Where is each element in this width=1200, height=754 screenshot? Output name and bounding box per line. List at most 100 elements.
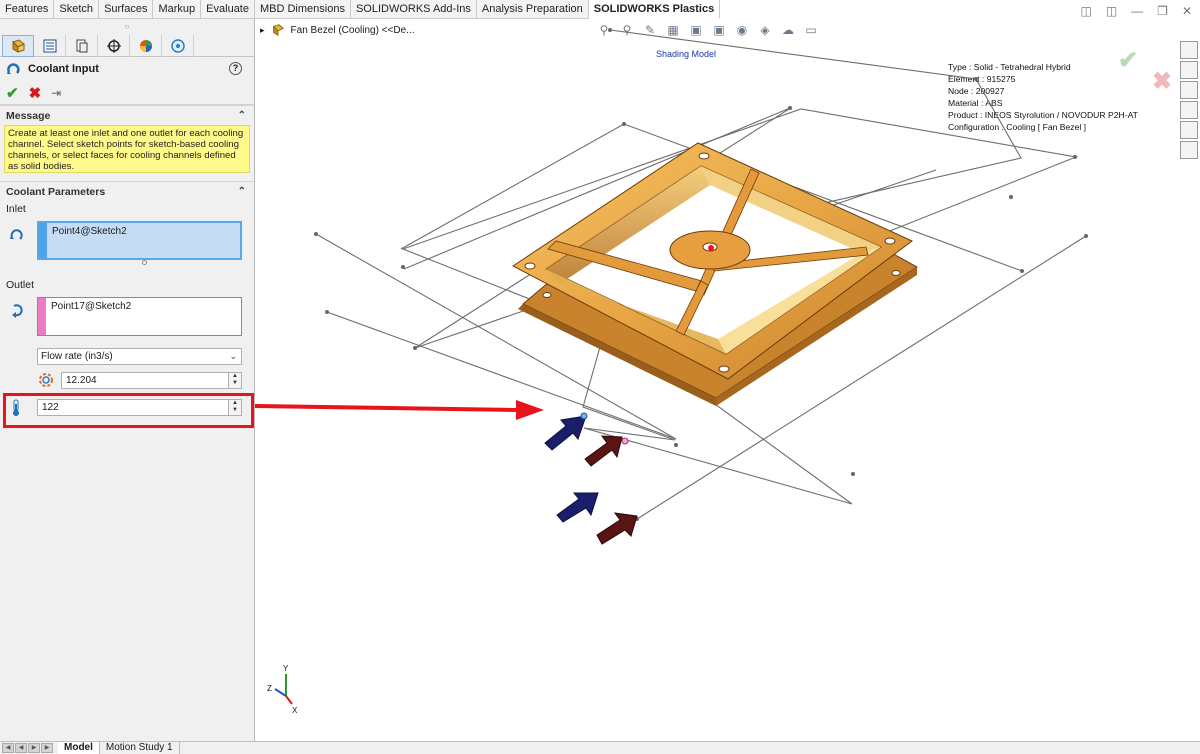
chevron-down-icon[interactable]: ⌄ [229,349,237,364]
pushpin-icon[interactable]: ⇥ [51,86,61,100]
outlet-color-swatch [38,298,46,335]
sketch-point[interactable] [622,122,626,126]
tab-solidworks-plastics[interactable]: SOLIDWORKS Plastics [588,0,721,19]
pm-actions: ✔ ✖ ⇥ [0,81,254,105]
dim-expert-tab[interactable] [98,35,130,57]
z-axis-label: Z [267,684,272,693]
coolant-parameters-text: Coolant Parameters [6,185,106,198]
property-manager-icon [43,39,56,53]
inlet-arrow-2[interactable] [556,492,599,523]
inlet-selection-icon [10,229,23,240]
outlet-point-marker[interactable] [621,437,629,445]
outlet-arrow-1[interactable] [584,435,623,467]
sketch-point[interactable] [325,310,329,314]
prev-tab-icon[interactable]: ◀ [15,743,27,753]
inlet-label: Inlet [6,203,26,215]
tab-solidworks-addins[interactable]: SOLIDWORKS Add-Ins [351,0,477,19]
tab-surfaces[interactable]: Surfaces [99,0,154,19]
inlet-selection-value[interactable]: Point4@Sketch2 [52,226,127,237]
sketch-point[interactable] [974,77,978,81]
message-header-text: Message [6,109,51,122]
plastics-manager-tab[interactable] [162,35,194,57]
display-manager-tab[interactable] [130,35,162,57]
outlet-selection-icon [12,304,23,318]
next-tab-icon[interactable]: ▶ [28,743,40,753]
flow-rate-icon [39,373,53,387]
sketch-point[interactable] [608,28,612,32]
help-icon[interactable]: ? [229,62,242,75]
command-manager-tabs: Features Sketch Surfaces Markup Evaluate… [0,0,721,19]
model-viewport[interactable]: Y Z X [256,19,1200,741]
window-controls: ◫ ◫ — ❐ ✕ [1080,4,1192,18]
tab-features[interactable]: Features [0,0,55,19]
minimize-icon[interactable]: — [1131,4,1143,18]
last-tab-icon[interactable]: ▶ [41,743,53,753]
message-section-header[interactable]: Message ⌃ [0,105,254,125]
sketch-point[interactable] [851,472,855,476]
tab-markup[interactable]: Markup [153,0,202,19]
pm-title-text: Coolant Input [28,63,99,75]
sketch-point[interactable] [1073,155,1077,159]
graphics-area[interactable]: ▸ Fan Bezel (Cooling) <<De... ⚲ ⚲ ✎ ▦ ▣ … [256,19,1200,741]
restore-right-icon[interactable]: ◫ [1106,4,1117,18]
outlet-selection-value[interactable]: Point17@Sketch2 [51,301,131,312]
gate-location-marker[interactable] [708,245,714,251]
dim-expert-icon [106,39,121,53]
flow-rate-value: 12.204 [66,375,97,386]
manager-tabs [0,35,254,57]
flow-rate-spinner[interactable]: ▲ ▼ [228,373,241,388]
collapse-chevron-icon[interactable]: ⌃ [238,186,246,197]
collapse-chevron-icon[interactable]: ⌃ [238,110,246,121]
flow-mode-value: Flow rate (in3/s) [41,351,113,362]
tab-model[interactable]: Model [58,741,100,754]
tab-motion-study-1[interactable]: Motion Study 1 [100,741,180,754]
sketch-point[interactable] [401,265,405,269]
restore-left-icon[interactable]: ◫ [1080,4,1091,18]
y-axis-label: Y [283,664,289,673]
inlet-point-marker[interactable] [580,412,588,420]
sketch-point[interactable] [1020,269,1024,273]
inlet-selection-box[interactable]: Point4@Sketch2 [37,221,242,260]
first-tab-icon[interactable]: ◀ [2,743,14,753]
config-manager-tab[interactable] [66,35,98,57]
bottom-tab-bar: ◀ ◀ ▶ ▶ Model Motion Study 1 [0,741,1200,754]
feature-manager-icon [12,39,25,53]
sketch-point[interactable] [1009,195,1013,199]
coolant-input-icon [7,63,20,74]
plastics-manager-icon [170,39,185,53]
property-manager-tab[interactable] [34,35,66,57]
feature-manager-tab[interactable] [2,35,34,57]
inlet-color-swatch [39,223,47,258]
ok-check-icon[interactable]: ✔ [6,84,19,102]
coolant-parameters-header[interactable]: Coolant Parameters ⌃ [0,181,254,201]
sketch-point[interactable] [1084,234,1088,238]
outlet-selection-box[interactable]: Point17@Sketch2 [37,297,242,336]
tab-sketch[interactable]: Sketch [54,0,100,19]
close-icon[interactable]: ✕ [1182,4,1192,18]
highlight-callout-box [3,393,254,428]
display-manager-icon [139,40,152,52]
tab-mbd-dimensions[interactable]: MBD Dimensions [255,0,351,19]
message-box: Create at least one inlet and one outlet… [4,125,250,173]
maximize-icon[interactable]: ❐ [1157,4,1168,18]
outlet-row: Point17@Sketch2 [0,297,254,343]
x-axis-label: X [292,706,298,715]
resize-grip[interactable] [142,260,147,265]
panel-grip[interactable]: ○ [0,19,254,35]
cancel-x-icon[interactable]: ✖ [29,84,42,102]
sketch-point[interactable] [314,232,318,236]
config-manager-icon [76,39,87,53]
sketch-point[interactable] [413,346,417,350]
sketch-point[interactable] [788,106,792,110]
sketch-point[interactable] [674,443,678,447]
inlet-arrow-1[interactable] [544,415,587,451]
tab-scroll-buttons: ◀ ◀ ▶ ▶ [0,743,58,753]
inlet-row: Point4@Sketch2 [0,221,254,267]
property-manager-panel: ○ Coolant Input ? ✔ ✖ ⇥ Message ⌃ Create… [0,19,255,741]
fan-bezel-model[interactable] [512,142,918,406]
tab-evaluate[interactable]: Evaluate [201,0,255,19]
tab-analysis-preparation[interactable]: Analysis Preparation [477,0,589,19]
flow-rate-input[interactable]: 12.204 ▲ ▼ [61,372,242,389]
outlet-arrow-2[interactable] [596,512,638,545]
flow-mode-select[interactable]: Flow rate (in3/s) ⌄ [37,348,242,365]
